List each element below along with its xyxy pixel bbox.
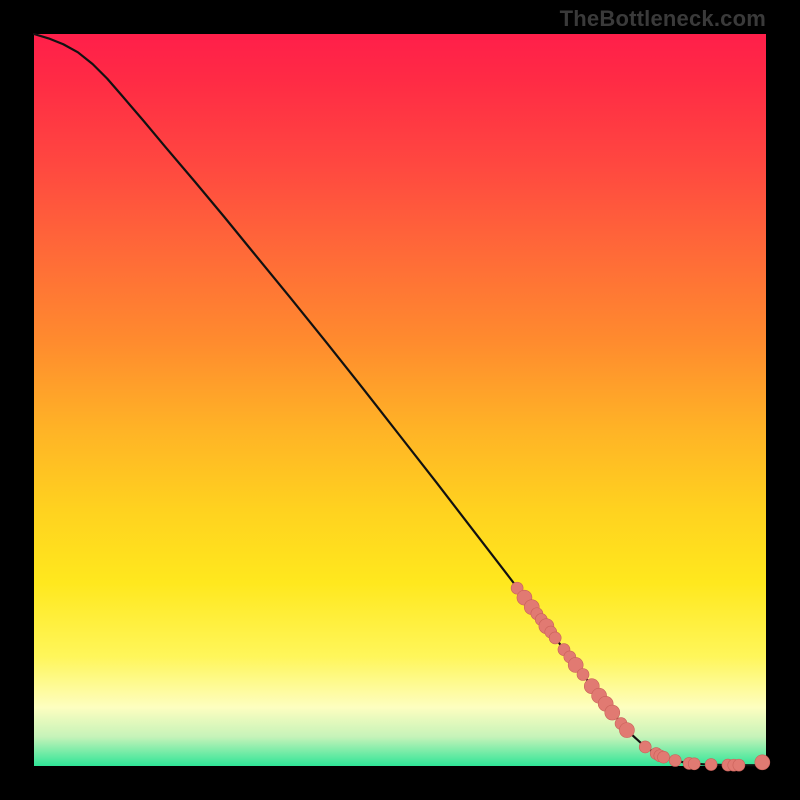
watermark-text: TheBottleneck.com	[560, 6, 766, 32]
plot-area	[34, 34, 766, 766]
data-point	[605, 705, 620, 720]
data-point	[658, 751, 670, 763]
data-point	[755, 755, 770, 770]
stage: TheBottleneck.com	[0, 0, 800, 800]
data-point	[619, 723, 634, 738]
curve-line	[34, 34, 766, 765]
data-point	[577, 669, 589, 681]
data-point	[688, 758, 700, 770]
data-point	[639, 741, 651, 753]
data-point	[733, 759, 745, 771]
data-point	[549, 632, 561, 644]
chart-svg	[34, 34, 766, 766]
data-point	[669, 755, 681, 767]
data-point	[705, 759, 717, 771]
